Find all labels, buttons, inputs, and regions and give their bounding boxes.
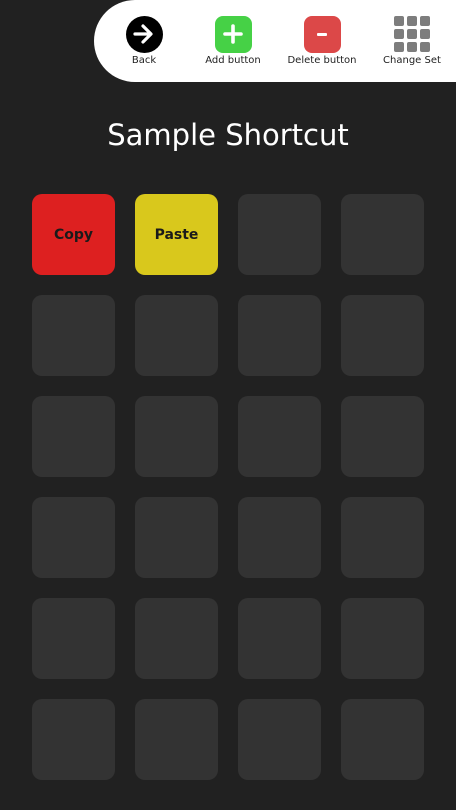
shortcut-slot-empty[interactable] [341, 194, 424, 275]
back-arrow-icon [125, 15, 163, 53]
shortcut-slot-empty[interactable] [32, 497, 115, 578]
delete-button-label: Delete button [287, 55, 357, 66]
page-title: Sample Shortcut [107, 118, 349, 152]
shortcut-slot-empty[interactable] [32, 396, 115, 477]
shortcut-slot-empty[interactable] [238, 194, 321, 275]
shortcut-slot-empty[interactable] [341, 598, 424, 679]
add-button-label: Add button [205, 55, 261, 66]
shortcut-slot-empty[interactable] [32, 598, 115, 679]
shortcut-button-paste[interactable]: Paste [135, 194, 218, 275]
back-label: Back [131, 55, 157, 66]
shortcut-label: Paste [154, 226, 199, 243]
delete-button[interactable]: Delete button [277, 15, 367, 66]
shortcut-slot-empty[interactable] [135, 598, 218, 679]
shortcut-slot-empty[interactable] [341, 699, 424, 780]
shortcut-slot-empty[interactable] [341, 497, 424, 578]
shortcut-label: Copy [53, 226, 94, 243]
change-set-label: Change Set [383, 55, 441, 66]
app-root: Back Add button Delete button Change Set… [0, 0, 456, 810]
shortcut-slot-empty[interactable] [238, 497, 321, 578]
shortcut-button-copy[interactable]: Copy [32, 194, 115, 275]
shortcut-grid: Copy Paste [32, 194, 424, 780]
minus-glyph [317, 32, 327, 36]
back-button[interactable]: Back [99, 15, 189, 66]
shortcut-slot-empty[interactable] [135, 396, 218, 477]
minus-icon [303, 15, 341, 53]
shortcut-slot-empty[interactable] [238, 699, 321, 780]
shortcut-slot-empty[interactable] [135, 295, 218, 376]
shortcut-slot-empty[interactable] [238, 598, 321, 679]
plus-icon [214, 15, 252, 53]
shortcut-slot-empty[interactable] [238, 295, 321, 376]
top-toolbar: Back Add button Delete button Change Set [94, 0, 456, 82]
shortcut-slot-empty[interactable] [238, 396, 321, 477]
grid-icon [393, 15, 431, 53]
change-set-button[interactable]: Change Set [367, 15, 456, 66]
shortcut-slot-empty[interactable] [135, 699, 218, 780]
shortcut-slot-empty[interactable] [32, 699, 115, 780]
shortcut-slot-empty[interactable] [341, 295, 424, 376]
shortcut-slot-empty[interactable] [135, 497, 218, 578]
shortcut-slot-empty[interactable] [32, 295, 115, 376]
shortcut-slot-empty[interactable] [341, 396, 424, 477]
add-button[interactable]: Add button [188, 15, 278, 66]
